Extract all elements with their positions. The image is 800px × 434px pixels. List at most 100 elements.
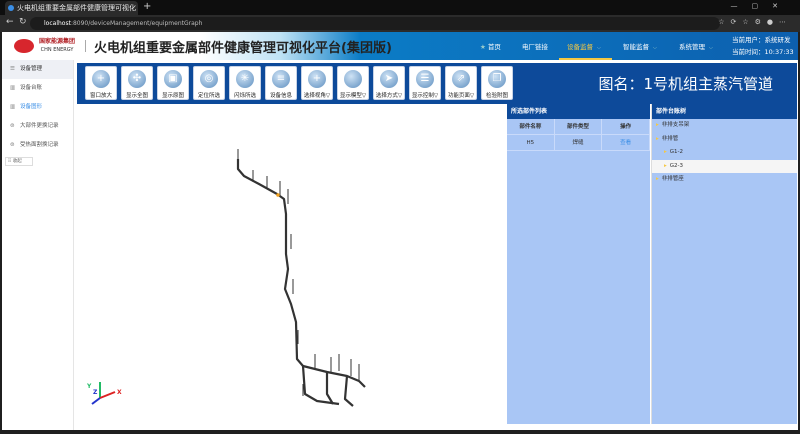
selected-parts-title: 所选部件列表 xyxy=(507,104,650,119)
page-icon: ⇗ xyxy=(452,70,470,88)
map-name: 图名：1号机组主蒸汽管道 xyxy=(598,75,773,93)
toolbar-button-label: 显示模型▽ xyxy=(339,93,367,99)
axis-x-label: X xyxy=(117,389,122,396)
toolbar-button-label: 显示原图 xyxy=(161,93,184,99)
view-angle-icon: + xyxy=(308,70,326,88)
favicon-icon xyxy=(8,5,14,11)
toolbar-button-original-view[interactable]: ▣ 显示原图 xyxy=(157,66,189,100)
graph-toolbar: + 窗口放大 ✣ 显示全图 ▣ 显示原图 ◎ 定位所选 ✳ 闪烁所选 ≡ 设备信息 + 选择视角▽ 显示模型… xyxy=(77,63,797,104)
new-tab-button[interactable]: + xyxy=(143,1,151,12)
flash-icon: ✳ xyxy=(236,70,254,88)
menu-equipment-supervision[interactable]: 设备监督 ⌵ xyxy=(567,41,601,51)
tree-node-selected[interactable]: ▸ G2-3 xyxy=(652,159,797,173)
toolbar-button-attachment[interactable]: ❐ 检验附图 xyxy=(481,66,513,100)
tree-node[interactable]: ▸ 非排支吊架 xyxy=(652,119,797,133)
show-all-icon: ✣ xyxy=(128,70,146,88)
table-header: 部件名称 部件类型 操作 xyxy=(507,119,651,135)
locate-icon: ◎ xyxy=(200,70,218,88)
menu-home[interactable]: ★ 首页 xyxy=(480,41,501,51)
toolbar-button-label: 显示全图 xyxy=(125,93,148,99)
url-path: :8090/deviceManagement/equipmentGraph xyxy=(70,20,203,27)
browser-tab-bar: 火电机组重要金属部件健康管理可视化 + —▢✕ xyxy=(0,0,800,15)
toolbar-button-view-angle[interactable]: + 选择视角▽ xyxy=(301,66,333,100)
attachment-icon: ❐ xyxy=(488,70,506,88)
axis-z-label: Z xyxy=(93,389,98,396)
logo-icon xyxy=(14,39,34,53)
tree-node[interactable]: ▸ 非排管座 xyxy=(652,173,797,187)
collapse-button[interactable]: ⠿ 收起 xyxy=(5,157,33,166)
toolbar-button-document[interactable]: ≡ 设备信息 xyxy=(265,66,297,100)
layers-icon: ☰ xyxy=(416,70,434,88)
book-icon: ▥ xyxy=(10,85,16,91)
tree-node[interactable]: ▸ G1-2 xyxy=(652,146,797,160)
toolbar-button-label: 设备信息 xyxy=(269,93,292,99)
toolbar-button-sphere[interactable]: 显示模型▽ xyxy=(337,66,369,100)
toolbar-button-layers[interactable]: ☰ 显示控制▽ xyxy=(409,66,441,100)
toolbar-button-label: 闪烁所选 xyxy=(233,93,256,99)
app: 国家能源集团 CHN ENERGY 火电机组重要金属部件健康管理可视化平台(集团版… xyxy=(2,32,798,430)
browser-toolbar-icons[interactable]: ☆⟳☆⚙●⋯ xyxy=(718,18,792,26)
view-link[interactable]: 查看 xyxy=(602,135,651,150)
pipe-segment xyxy=(236,159,366,388)
toolbar-button-page[interactable]: ⇗ 功能页面▽ xyxy=(445,66,477,100)
logo-text: 国家能源集团 CHN ENERGY xyxy=(39,38,76,53)
pipe-graph-canvas[interactable]: Y X Z xyxy=(77,104,507,430)
selected-weld-h5 xyxy=(276,193,280,197)
menu-system-management[interactable]: 系统管理 ⌵ xyxy=(679,41,713,51)
toolbar-button-label: 显示控制▽ xyxy=(411,93,439,99)
pipe-segment xyxy=(301,365,340,406)
book-icon: ▥ xyxy=(10,104,16,110)
selected-parts-panel: 所选部件列表 部件名称 部件类型 操作 H5 焊缝 查看 xyxy=(507,104,651,424)
address-bar-row: ← ↻ localhost:8090/deviceManagement/equi… xyxy=(0,15,800,32)
list-icon: ☰ xyxy=(10,66,15,72)
axis-indicator: Y X Z xyxy=(86,382,122,405)
toolbar-button-show-all[interactable]: ✣ 显示全图 xyxy=(121,66,153,100)
url-input[interactable]: localhost:8090/deviceManagement/equipmen… xyxy=(30,17,720,30)
part-type: 焊缝 xyxy=(555,135,603,150)
toolbar-button-flash[interactable]: ✳ 闪烁所选 xyxy=(229,66,261,100)
sidebar-item-major-part-replacement[interactable]: ⊜ 大部件更换记录 xyxy=(2,117,73,136)
part-tree-title: 部件台账树 xyxy=(652,104,797,119)
toolbar-button-locate[interactable]: ◎ 定位所选 xyxy=(193,66,225,100)
sphere-icon xyxy=(344,70,362,88)
back-icon[interactable]: ← xyxy=(6,17,14,27)
chevron-down-icon: ⌵ xyxy=(709,45,713,51)
sidebar-item-equipment-ledger[interactable]: ▥ 设备台账 xyxy=(2,79,73,98)
toolbar-button-label: 定位所选 xyxy=(197,93,220,99)
sidebar-item-equipment-management[interactable]: ☰ 设备管理 xyxy=(2,60,73,79)
pipe-model: Y X Z xyxy=(86,149,366,407)
axis-y-label: Y xyxy=(86,383,92,390)
column-header: 部件类型 xyxy=(555,119,603,134)
toolbar-button-zoom-in[interactable]: + 窗口放大 xyxy=(85,66,117,100)
star-icon: ★ xyxy=(480,43,488,51)
column-header: 部件名称 xyxy=(507,119,555,134)
record-icon: ⊜ xyxy=(10,142,15,148)
window-controls[interactable]: —▢✕ xyxy=(731,2,792,10)
toolbar-button-label: 检验附图 xyxy=(485,93,508,99)
divider xyxy=(85,40,86,52)
browser-tab[interactable]: 火电机组重要金属部件健康管理可视化 xyxy=(5,1,138,15)
user-info: 当前用户：系统研发 当前时间：10:37:33 xyxy=(732,36,794,56)
toolbar-button-label: 选择视角▽ xyxy=(303,93,331,99)
toolbar-button-label: 功能页面▽ xyxy=(447,93,475,99)
sidebar-item-equipment-graph[interactable]: ▥ 设备图形 xyxy=(2,98,73,117)
chevron-down-icon: ⌵ xyxy=(597,45,601,51)
cursor-icon: ➤ xyxy=(380,70,398,88)
part-tree-panel: 部件台账树 ▸ 非排支吊架 ▸ 非排管 ▸ G1-2 ▸ G2-3 ▸ 非排管座 xyxy=(651,104,797,424)
tree-node[interactable]: ▸ 非排管 xyxy=(652,133,797,147)
toolbar-button-cursor[interactable]: ➤ 选择方式▽ xyxy=(373,66,405,100)
menu-smart-supervision[interactable]: 智能监督 ⌵ xyxy=(623,41,657,51)
record-icon: ⊜ xyxy=(10,123,15,129)
header: 国家能源集团 CHN ENERGY 火电机组重要金属部件健康管理可视化平台(集团版… xyxy=(2,32,798,60)
reload-icon[interactable]: ↻ xyxy=(19,17,27,27)
sidebar-item-heating-surface-replacement[interactable]: ⊜ 受热面割换记录 xyxy=(2,136,73,155)
part-name: H5 xyxy=(507,135,555,150)
tab-title: 火电机组重要金属部件健康管理可视化 xyxy=(17,4,136,12)
original-view-icon: ▣ xyxy=(164,70,182,88)
table-row: H5 焊缝 查看 xyxy=(507,135,651,151)
zoom-in-icon: + xyxy=(92,70,110,88)
sidebar: ☰ 设备管理 ▥ 设备台账 ▥ 设备图形 ⊜ 大部件更换记录 ⊜ 受热面割换记录 ⠿ 收起 xyxy=(2,60,74,430)
platform-title: 火电机组重要金属部件健康管理可视化平台(集团版) xyxy=(94,41,392,56)
url-host: localhost xyxy=(44,20,71,27)
menu-plant-links[interactable]: 电厂链接 xyxy=(522,41,548,51)
